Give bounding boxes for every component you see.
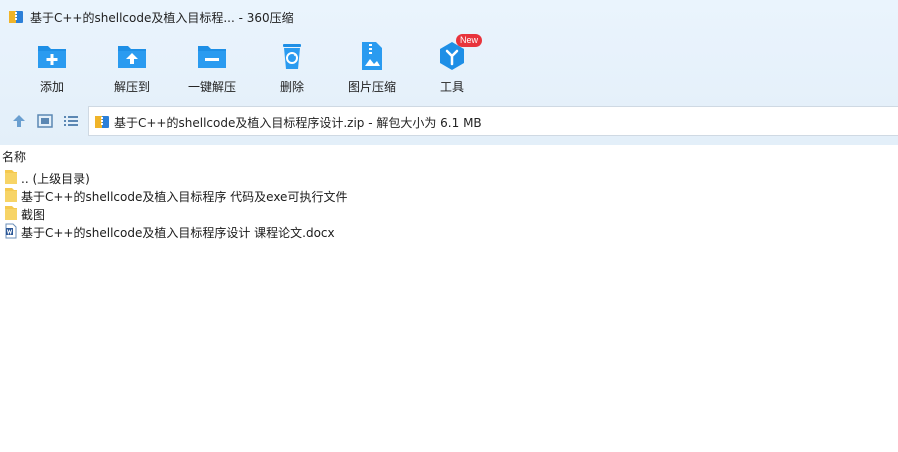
archive-app-icon (9, 11, 23, 23)
one-click-extract-label: 一键解压 (187, 80, 236, 94)
list-item-folder-code[interactable]: 基于C++的shellcode及植入目标程序 代码及exe可执行文件 (0, 186, 898, 204)
zip-archive-icon (95, 116, 109, 128)
extract-to-button[interactable]: 解压到 (92, 38, 172, 98)
add-label: 添加 (39, 80, 64, 94)
tools-button[interactable]: New 工具 (412, 34, 492, 98)
path-text: 基于C++的shellcode及植入目标程序设计.zip - 解包大小为 6.1… (114, 116, 482, 130)
up-arrow-icon[interactable] (10, 112, 28, 130)
title-bar: 基于C++的shellcode及植入目标程... - 360压缩 (0, 0, 898, 34)
add-button[interactable]: 添加 (12, 38, 92, 98)
file-list: .. (上级目录) 基于C++的shellcode及植入目标程序 代码及exe可… (0, 168, 898, 240)
file-name: 基于C++的shellcode及植入目标程序设计 课程论文.docx (21, 226, 335, 240)
thumbnail-view-icon[interactable] (36, 112, 54, 130)
window-title: 基于C++的shellcode及植入目标程... - 360压缩 (30, 11, 294, 25)
new-badge: New (456, 34, 483, 47)
extract-to-label: 解压到 (113, 80, 150, 94)
folder-one-click-extract-icon (198, 46, 226, 68)
tools-label: 工具 (439, 80, 464, 94)
list-item-folder-screenshots[interactable]: 截图 (0, 204, 898, 222)
file-name: 基于C++的shellcode及植入目标程序 代码及exe可执行文件 (21, 190, 348, 204)
image-compress-button[interactable]: 图片压缩 (332, 38, 412, 98)
image-compress-icon (362, 42, 382, 70)
column-header-name[interactable]: 名称 (2, 148, 26, 165)
folder-icon (5, 206, 17, 220)
delete-button[interactable]: 删除 (252, 38, 332, 98)
navigation-bar: 基于C++的shellcode及植入目标程序设计.zip - 解包大小为 6.1… (0, 106, 898, 136)
top-panel: 基于C++的shellcode及植入目标程... - 360压缩 添加 解压到 (0, 0, 898, 145)
one-click-extract-button[interactable]: 一键解压 (172, 38, 252, 98)
delete-label: 删除 (279, 80, 304, 94)
folder-extract-icon (118, 46, 146, 68)
toolbar: 添加 解压到 一键解压 删除 图片压缩 New 工具 (0, 34, 898, 98)
folder-icon (5, 170, 17, 184)
file-name: 截图 (21, 208, 46, 222)
folder-add-icon (38, 46, 66, 68)
list-item-parent-directory[interactable]: .. (上级目录) (0, 168, 898, 186)
folder-icon (5, 188, 17, 202)
recycle-bin-icon (283, 44, 301, 69)
file-name: .. (上级目录) (21, 172, 90, 186)
image-compress-label: 图片压缩 (347, 80, 396, 94)
list-view-icon[interactable] (62, 112, 80, 130)
file-list-header: 名称 (0, 145, 898, 165)
word-document-icon (5, 223, 17, 239)
path-bar[interactable]: 基于C++的shellcode及植入目标程序设计.zip - 解包大小为 6.1… (88, 106, 898, 136)
list-item-docx-file[interactable]: 基于C++的shellcode及植入目标程序设计 课程论文.docx (0, 222, 898, 240)
